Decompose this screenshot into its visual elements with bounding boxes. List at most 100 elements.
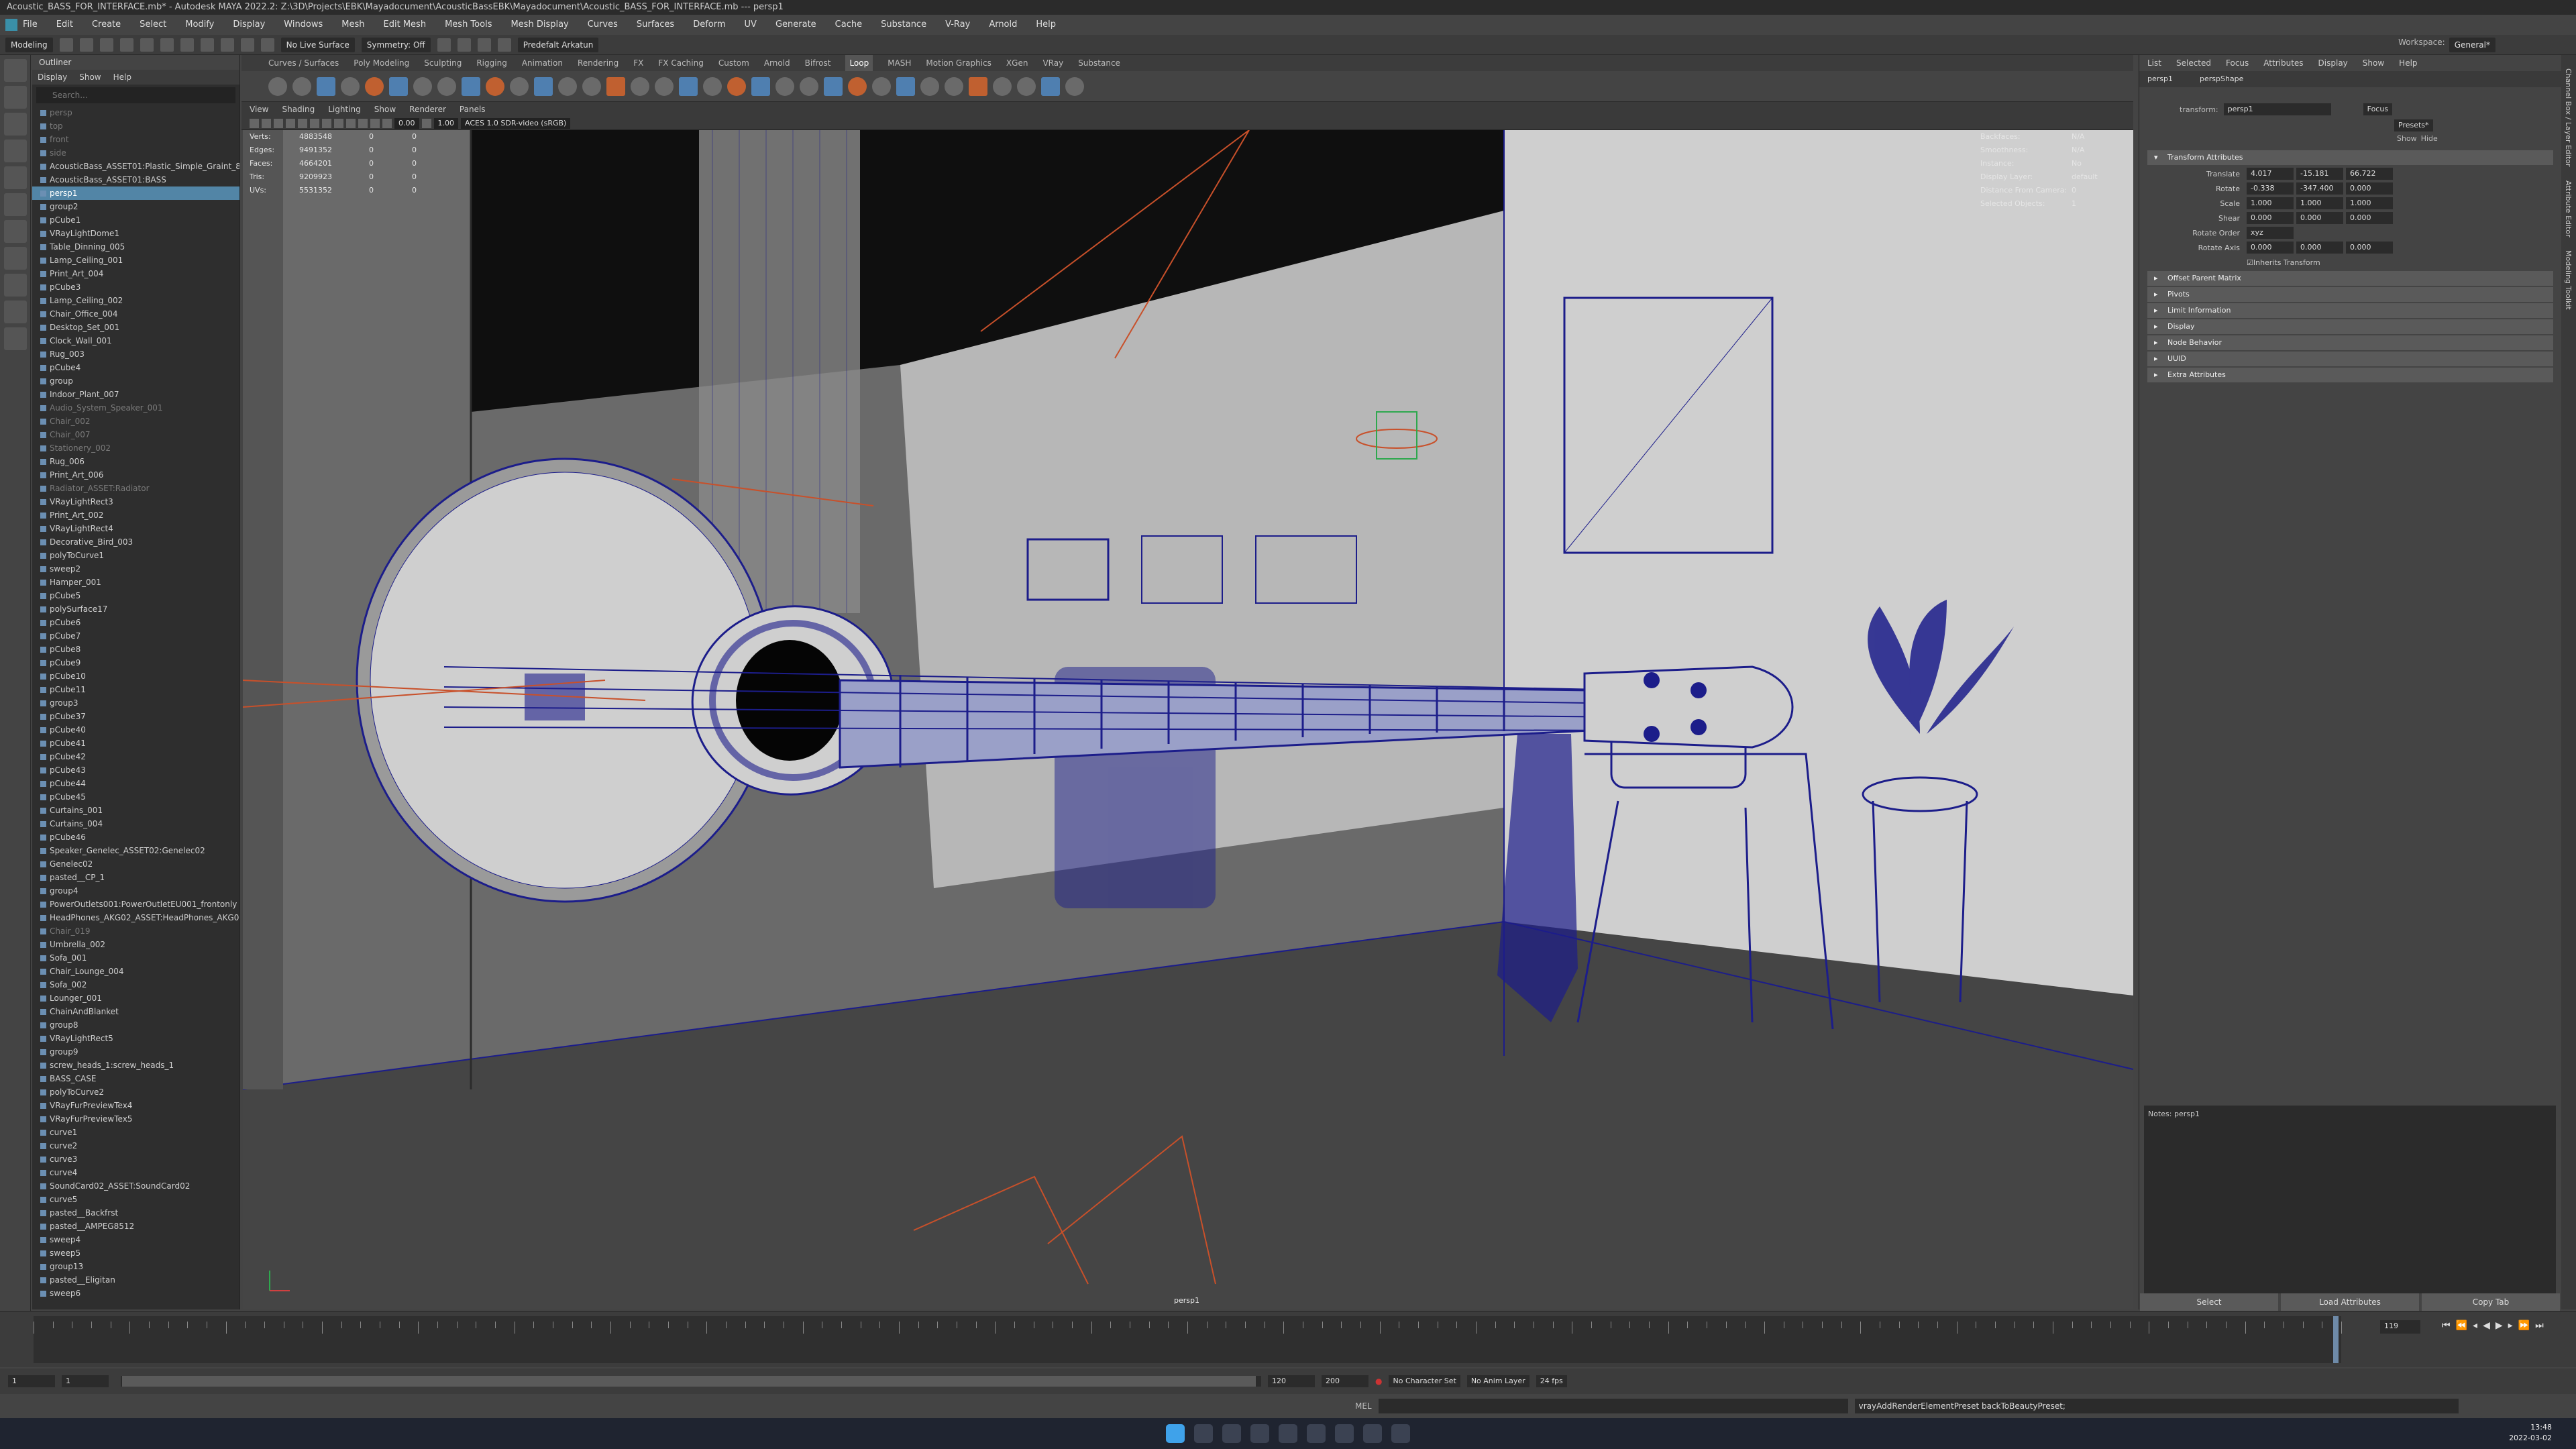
- save-scene-icon[interactable]: [99, 38, 113, 52]
- copy-tab-button[interactable]: Copy Tab: [2422, 1293, 2560, 1311]
- rotate-x-field[interactable]: -0.338: [2247, 182, 2294, 195]
- xray-icon[interactable]: [334, 118, 343, 128]
- shelf-tool-icon[interactable]: [800, 76, 818, 96]
- outliner-item[interactable]: Chair_007: [32, 428, 239, 441]
- shelf-tool-icon[interactable]: [437, 76, 456, 96]
- section-uuid[interactable]: UUID: [2147, 352, 2553, 366]
- outliner-item[interactable]: Print_Art_004: [32, 267, 239, 280]
- playback-end-field[interactable]: 120: [1268, 1375, 1315, 1387]
- shelf-tool-icon[interactable]: [655, 76, 674, 96]
- section-limit-information[interactable]: Limit Information: [2147, 303, 2553, 318]
- outliner-item[interactable]: pasted__Backfrst: [32, 1206, 239, 1220]
- shelf-tool-icon[interactable]: [317, 76, 335, 96]
- panel-menu-lighting[interactable]: Lighting: [328, 102, 361, 117]
- outliner-item[interactable]: SoundCard02_ASSET:SoundCard02: [32, 1179, 239, 1193]
- substance-icon[interactable]: [1363, 1424, 1382, 1443]
- open-scene-icon[interactable]: [79, 38, 93, 52]
- play-backwards-icon[interactable]: ◀: [2483, 1320, 2490, 1331]
- select-tool-icon[interactable]: [4, 59, 27, 82]
- chrome-icon[interactable]: [1279, 1424, 1297, 1443]
- render-icon[interactable]: [437, 38, 451, 52]
- menu-surfaces[interactable]: Surfaces: [637, 15, 674, 35]
- shelf-tool-icon[interactable]: [389, 76, 408, 96]
- shelf-tool-icon[interactable]: [1017, 76, 1036, 96]
- section-extra-attributes[interactable]: Extra Attributes: [2147, 368, 2553, 382]
- outliner-menu-help[interactable]: Help: [113, 70, 131, 85]
- shelf-tool-icon[interactable]: [896, 76, 915, 96]
- photoshop-icon[interactable]: [1307, 1424, 1326, 1443]
- outliner-item[interactable]: Sofa_001: [32, 951, 239, 965]
- move-tool-icon[interactable]: [4, 140, 27, 162]
- outliner-item[interactable]: pCube45: [32, 790, 239, 804]
- outliner-item[interactable]: screw_heads_1:screw_heads_1: [32, 1059, 239, 1072]
- outliner-item[interactable]: group9: [32, 1045, 239, 1059]
- smooth-shade-icon[interactable]: [274, 118, 283, 128]
- outliner-item[interactable]: group2: [32, 200, 239, 213]
- shelf-tool-icon[interactable]: [824, 76, 843, 96]
- ae-menu-show[interactable]: Show: [2363, 55, 2384, 71]
- play-forwards-icon[interactable]: ▶: [2496, 1320, 2503, 1331]
- inherits-transform-checkbox[interactable]: ☑: [2247, 258, 2253, 267]
- hide-button[interactable]: Hide: [2421, 134, 2438, 149]
- system-clock[interactable]: 13:48 2022-03-02: [2509, 1422, 2552, 1444]
- outliner-item[interactable]: pCube41: [32, 737, 239, 750]
- menu-create[interactable]: Create: [92, 15, 121, 35]
- outliner-item[interactable]: pCube7: [32, 629, 239, 643]
- range-track[interactable]: [121, 1376, 1261, 1387]
- step-back-key-icon[interactable]: ⏪: [2456, 1320, 2467, 1331]
- outliner-item[interactable]: pCube6: [32, 616, 239, 629]
- menu-mesh[interactable]: Mesh: [341, 15, 364, 35]
- transform-name-field[interactable]: persp1: [2223, 103, 2331, 115]
- translate-x-field[interactable]: 4.017: [2247, 168, 2294, 180]
- playback-start-field[interactable]: 1: [62, 1375, 109, 1387]
- outliner-item[interactable]: sweep5: [32, 1246, 239, 1260]
- outliner-item[interactable]: pasted__CP_1: [32, 871, 239, 884]
- shelf-tool-icon[interactable]: [969, 76, 987, 96]
- outliner-item[interactable]: sweep2: [32, 562, 239, 576]
- outliner-item[interactable]: VRayFurPreviewTex5: [32, 1112, 239, 1126]
- outliner-item[interactable]: Chair_019: [32, 924, 239, 938]
- shear-y-field[interactable]: 0.000: [2296, 212, 2343, 224]
- redo-icon[interactable]: [140, 38, 154, 52]
- shelf-tool-icon[interactable]: [365, 76, 384, 96]
- go-to-start-icon[interactable]: ⏮: [2442, 1320, 2451, 1331]
- shelf-tool-icon[interactable]: [679, 76, 698, 96]
- ae-menu-list[interactable]: List: [2147, 55, 2161, 71]
- shadows-icon[interactable]: [310, 118, 319, 128]
- shelf-tool-icon[interactable]: [534, 76, 553, 96]
- outliner-item[interactable]: Chair_Office_004: [32, 307, 239, 321]
- outliner-item[interactable]: Rug_003: [32, 347, 239, 361]
- outliner-item[interactable]: pCube44: [32, 777, 239, 790]
- menu-cache[interactable]: Cache: [835, 15, 862, 35]
- menu-arnold[interactable]: Arnold: [989, 15, 1017, 35]
- outliner-item[interactable]: Print_Art_006: [32, 468, 239, 482]
- single-view-icon[interactable]: [4, 247, 27, 270]
- outliner-item[interactable]: Genelec02: [32, 857, 239, 871]
- taskbar-search-icon[interactable]: [1194, 1424, 1213, 1443]
- panel-menu-panels[interactable]: Panels: [460, 102, 486, 117]
- snap-point-icon[interactable]: [260, 38, 274, 52]
- rotate-axis-y-field[interactable]: 0.000: [2296, 241, 2343, 254]
- shelf-tool-icon[interactable]: [727, 76, 746, 96]
- panel-menu-show[interactable]: Show: [374, 102, 396, 117]
- shelf-tab[interactable]: Substance: [1078, 55, 1120, 71]
- outliner-item[interactable]: AcousticBass_ASSET01:Plastic_Simple_Grai…: [32, 160, 239, 173]
- shelf-tab[interactable]: XGen: [1006, 55, 1028, 71]
- scale-tool-icon[interactable]: [4, 193, 27, 216]
- shelf-tool-icon[interactable]: [631, 76, 649, 96]
- outliner-item[interactable]: Curtains_001: [32, 804, 239, 817]
- rotate-axis-x-field[interactable]: 0.000: [2247, 241, 2294, 254]
- rotate-order-dropdown[interactable]: xyz: [2247, 227, 2294, 239]
- menu-substance[interactable]: Substance: [881, 15, 926, 35]
- focus-button[interactable]: Focus: [2363, 103, 2393, 115]
- shelf-tool-icon[interactable]: [413, 76, 432, 96]
- menu-display[interactable]: Display: [233, 15, 265, 35]
- menu-modify[interactable]: Modify: [185, 15, 214, 35]
- shelf-tab[interactable]: Bifrost: [805, 55, 831, 71]
- shelf-tool-icon[interactable]: [292, 76, 311, 96]
- shelf-tool-icon[interactable]: [751, 76, 770, 96]
- menu-curves[interactable]: Curves: [588, 15, 618, 35]
- paint-select-icon[interactable]: [4, 113, 27, 136]
- outliner-item[interactable]: AcousticBass_ASSET01:BASS: [32, 173, 239, 186]
- panel-menu-view[interactable]: View: [250, 102, 268, 117]
